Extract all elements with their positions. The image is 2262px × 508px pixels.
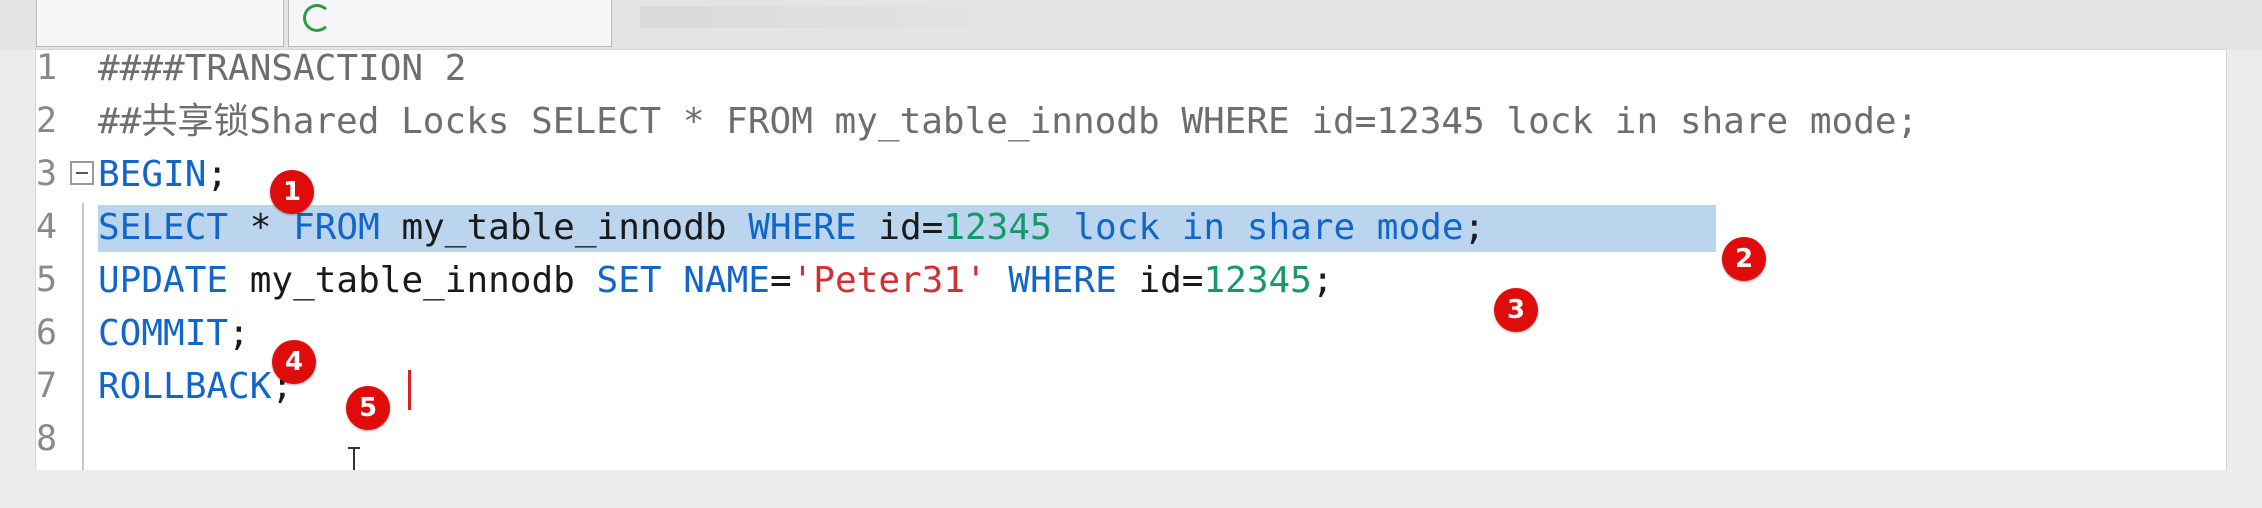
code-text: UPDATE my_table_innodb SET NAME='Peter31… [98, 254, 1334, 307]
code-token: ##共享锁Shared Locks SELECT * FROM my_table… [98, 101, 1919, 142]
editor-tab-2[interactable] [288, 0, 612, 47]
code-token: UPDATE [98, 260, 229, 301]
code-line-2[interactable]: 2 ##共享锁Shared Locks SELECT * FROM my_tabl… [36, 95, 2226, 148]
annotation-badge-3: 3 [1494, 288, 1538, 332]
line-number: 5 [36, 260, 58, 300]
code-line-1[interactable]: 1 ####TRANSACTION 2 [36, 50, 2226, 95]
code-text: ROLLBACK; [98, 360, 293, 413]
code-token: * [228, 207, 294, 248]
code-token: BEGIN [98, 154, 207, 195]
code-token: SELECT [98, 207, 229, 248]
tab-strip [0, 0, 2262, 50]
code-token: ; [1463, 207, 1486, 248]
code-token: my_table_innodb [379, 207, 749, 248]
code-text: COMMIT; [98, 307, 250, 360]
code-token: ROLLBACK [98, 366, 272, 407]
line-number: 3 [36, 154, 58, 194]
line-number: 8 [36, 419, 58, 459]
editor-tab-1[interactable] [36, 0, 284, 47]
code-token: 12345 [1203, 260, 1312, 301]
code-token: SET [596, 260, 662, 301]
code-line-4[interactable]: 4 SELECT * FROM my_table_innodb WHERE id=… [36, 201, 2226, 254]
code-token: 'Peter31' [791, 260, 987, 301]
line-number: 7 [36, 366, 58, 406]
ibeam-cursor-icon [348, 447, 360, 470]
code-token: ####TRANSACTION 2 [98, 50, 467, 89]
code-token: 12345 [943, 207, 1052, 248]
code-token: ; [1311, 260, 1334, 301]
code-text: BEGIN; [98, 148, 228, 201]
line-number: 4 [36, 207, 58, 247]
window-bottom-area [0, 470, 2262, 508]
code-token: COMMIT [98, 313, 229, 354]
code-line-5[interactable]: 5 UPDATE my_table_innodb SET NAME='Peter3… [36, 254, 2226, 307]
code-token: NAME [683, 260, 770, 301]
annotation-badge-2: 2 [1722, 237, 1766, 281]
code-token: WHERE [748, 207, 857, 248]
line-number: 6 [36, 313, 58, 353]
fold-toggle-icon[interactable] [70, 161, 94, 185]
code-token: lock in share mode [1051, 207, 1464, 248]
code-line-3[interactable]: 3 BEGIN; [36, 148, 2226, 201]
line-number: 1 [36, 50, 58, 88]
annotation-badge-4: 4 [272, 340, 316, 384]
code-text: ##共享锁Shared Locks SELECT * FROM my_table… [98, 95, 1918, 148]
code-token: = [769, 260, 792, 301]
code-token: id= [856, 207, 944, 248]
code-token: ; [228, 313, 250, 354]
code-token: ; [206, 154, 229, 195]
code-text: SELECT * FROM my_table_innodb WHERE id=1… [98, 201, 1485, 254]
text-caret [408, 370, 411, 410]
code-token: my_table_innodb [228, 260, 597, 301]
query-icon [303, 4, 331, 32]
annotation-badge-1: 1 [270, 170, 314, 214]
code-token: WHERE [1008, 260, 1117, 301]
code-text: ####TRANSACTION 2 [98, 50, 466, 95]
code-line-6[interactable]: 6 COMMIT; [36, 307, 2226, 360]
line-number: 2 [36, 101, 58, 141]
code-token: FROM [293, 207, 380, 248]
annotation-badge-5: 5 [346, 386, 390, 430]
code-token: id= [1116, 260, 1204, 301]
toolbar-blurred-area [640, 6, 1020, 28]
